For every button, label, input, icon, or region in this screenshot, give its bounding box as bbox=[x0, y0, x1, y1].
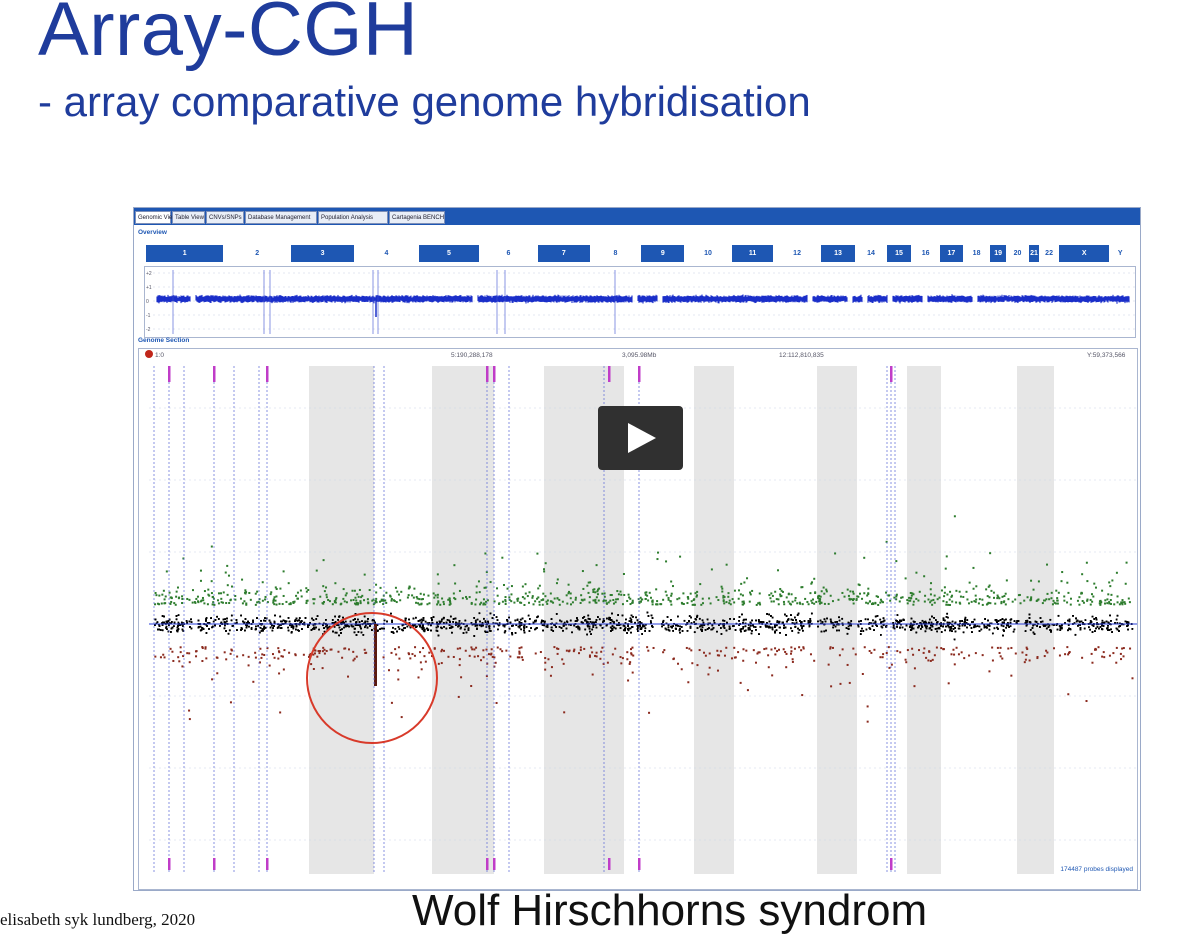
chromosome-17[interactable]: 17 bbox=[940, 245, 963, 262]
slide-title: Array-CGH bbox=[38, 0, 418, 73]
chromosome-20[interactable]: 20 bbox=[1009, 245, 1026, 262]
chromosome-band bbox=[817, 366, 857, 874]
chromosome-x[interactable]: X bbox=[1059, 245, 1109, 262]
chromosome-9[interactable]: 9 bbox=[641, 245, 684, 262]
tab-bar: Genomic View Table View CNVs/SNPs Databa… bbox=[134, 208, 1140, 225]
overview-probe-band bbox=[157, 294, 1129, 304]
chromosome-3[interactable]: 3 bbox=[291, 245, 354, 262]
tab-cartagenia-bench[interactable]: Cartagenia BENCH bbox=[389, 211, 445, 224]
chromosome-15[interactable]: 15 bbox=[887, 245, 911, 262]
genome-section-label: Genome Section bbox=[138, 337, 189, 344]
tab-population-analysis[interactable]: Population Analysis bbox=[318, 211, 388, 224]
chromosome-18[interactable]: 18 bbox=[966, 245, 987, 262]
chromosome-7[interactable]: 7 bbox=[538, 245, 590, 262]
coordinate-ruler: 1:0 5:190,288,178 3,095.98Mb 12:112,810,… bbox=[139, 352, 1137, 364]
slide-subtitle: - array comparative genome hybridisation bbox=[38, 78, 811, 126]
chromosome-22[interactable]: 22 bbox=[1042, 245, 1056, 262]
chromosome-14[interactable]: 14 bbox=[858, 245, 884, 262]
chromosome-21[interactable]: 21 bbox=[1029, 245, 1039, 262]
chromosome-16[interactable]: 16 bbox=[914, 245, 937, 262]
overview-tick-label: 0 bbox=[146, 299, 149, 305]
chromosome-13[interactable]: 13 bbox=[821, 245, 855, 262]
overview-svg: +2 +1 0 -1 -2 bbox=[145, 267, 1135, 337]
coord-end: Y:59,373,566 bbox=[1087, 352, 1125, 359]
chromosome-19[interactable]: 19 bbox=[990, 245, 1006, 262]
chromosome-10[interactable]: 10 bbox=[687, 245, 729, 262]
chromosome-2[interactable]: 2 bbox=[226, 245, 288, 262]
chromosome-1[interactable]: 1 bbox=[146, 245, 223, 262]
overview-tick-label: -2 bbox=[146, 327, 151, 333]
tab-database-management[interactable]: Database Management bbox=[245, 211, 317, 224]
coord-mid-left: 5:190,288,178 bbox=[451, 352, 493, 359]
chromosome-selector: 12345678910111213141516171819202122XY bbox=[146, 245, 1136, 262]
chromosome-6[interactable]: 6 bbox=[482, 245, 535, 262]
chromosome-8[interactable]: 8 bbox=[593, 245, 639, 262]
coord-center: 3,095.98Mb bbox=[622, 352, 656, 359]
chromosome-11[interactable]: 11 bbox=[732, 245, 774, 262]
chromosome-4[interactable]: 4 bbox=[357, 245, 416, 262]
coord-start: 1:0 bbox=[155, 352, 164, 359]
tab-cnvs-snps[interactable]: CNVs/SNPs bbox=[206, 211, 244, 224]
overview-tick-label: +2 bbox=[146, 271, 152, 277]
chromosome-band bbox=[1017, 366, 1054, 874]
coord-mid-right: 12:112,810,835 bbox=[779, 352, 824, 359]
overview-tick-label: +1 bbox=[146, 285, 152, 291]
alert-icon[interactable] bbox=[145, 350, 153, 358]
tab-genomic-view[interactable]: Genomic View bbox=[135, 211, 171, 224]
overview-plot: +2 +1 0 -1 -2 bbox=[144, 266, 1136, 338]
array-cgh-viewer: Genomic View Table View CNVs/SNPs Databa… bbox=[133, 207, 1141, 891]
chromosome-5[interactable]: 5 bbox=[419, 245, 479, 262]
chromosome-12[interactable]: 12 bbox=[776, 245, 818, 262]
overview-tick-label: -1 bbox=[146, 313, 151, 319]
probe-cloud bbox=[154, 612, 1133, 640]
chromosome-y[interactable]: Y bbox=[1112, 245, 1128, 262]
tab-table-view[interactable]: Table View bbox=[172, 211, 205, 224]
overview-label: Overview bbox=[138, 229, 167, 236]
